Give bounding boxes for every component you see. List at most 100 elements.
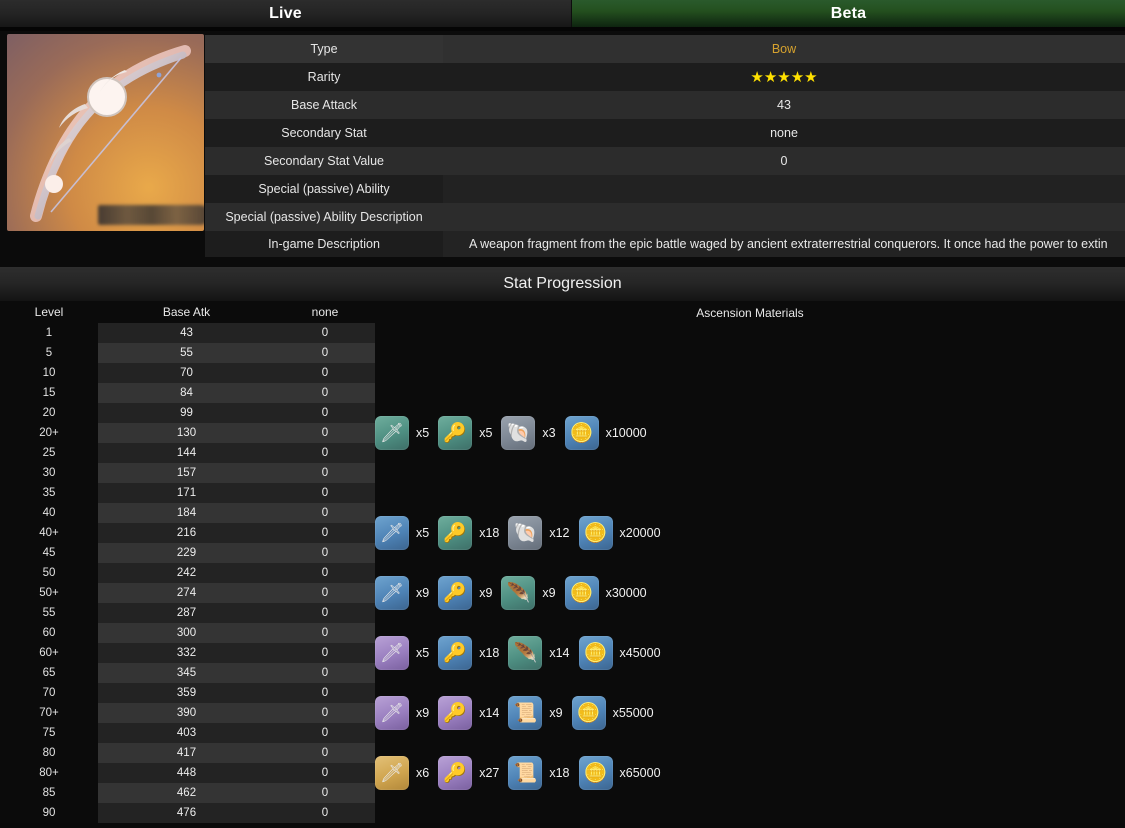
material-item: 🗡 x6	[375, 756, 438, 790]
material-glyph: 🪙	[583, 642, 608, 664]
material-count: x6	[416, 766, 430, 780]
info-value-rarity: ★★★★★	[443, 63, 1125, 91]
info-row-passive-ability-description: Special (passive) Ability Description	[205, 203, 1125, 231]
material-count: x27	[479, 766, 500, 780]
mora-coin-icon[interactable]: 🪙	[564, 576, 599, 610]
material-count: x55000	[612, 706, 654, 720]
cell-level: 25	[42, 447, 56, 459]
cell-secondary: 0	[321, 567, 329, 579]
weapon-name-blurred-label	[97, 205, 204, 226]
material-item: 🪙 x55000	[571, 696, 663, 730]
info-key: Special (passive) Ability	[205, 175, 443, 203]
weapon-ascension-fragment-icon[interactable]: 🗡	[375, 696, 409, 730]
mora-coin-icon[interactable]: 🪙	[564, 416, 599, 450]
material-glyph: 🔑	[443, 582, 468, 604]
mora-coin-icon[interactable]: 🪙	[578, 636, 613, 670]
cell-ascension-materials	[375, 463, 1125, 483]
material-item: 🪶 x9	[501, 576, 564, 610]
mora-coin-icon[interactable]: 🪙	[571, 696, 606, 730]
stat-progression-header: Stat Progression	[0, 267, 1125, 301]
cell-level: 65	[42, 667, 56, 679]
cell-ascension-materials: 🗡 x9 🔑 x9 🪶 x9 🪙 x30000	[375, 576, 1125, 610]
material-count: x45000	[619, 646, 661, 660]
tab-beta-label: Beta	[830, 4, 867, 22]
cell-base-atk: 359	[176, 687, 197, 699]
monster-drop-scroll-icon[interactable]: 📜	[508, 756, 543, 790]
material-item: 🔑 x18	[438, 636, 508, 670]
mora-coin-icon[interactable]: 🪙	[578, 516, 613, 550]
cell-secondary: 0	[321, 747, 329, 759]
material-item: 🔑 x5	[438, 416, 501, 450]
monster-drop-feather-icon[interactable]: 🪶	[501, 576, 536, 610]
material-count: x18	[479, 646, 500, 660]
weapon-detail-page: Live Beta Type Bow Rarity ★★★★★ Base Att…	[0, 0, 1125, 828]
cell-base-atk: 300	[176, 627, 197, 639]
weapon-ascension-fragment-icon[interactable]: 🗡	[375, 576, 409, 610]
cell-base-atk: 84	[180, 387, 193, 399]
material-item: 🗡 x5	[375, 636, 438, 670]
cell-ascension-materials	[375, 363, 1125, 383]
cell-secondary: 0	[321, 447, 329, 459]
page-title: Stat Progression	[503, 275, 622, 292]
monster-drop-feather-icon[interactable]: 🪶	[508, 636, 543, 670]
material-glyph: 🐚	[506, 422, 531, 444]
cell-level: 80+	[39, 767, 59, 779]
monster-drop-shell-icon[interactable]: 🐚	[508, 516, 543, 550]
cell-level: 45	[42, 547, 56, 559]
cell-level: 20	[42, 407, 56, 419]
table-row: 40+ 216 0 🗡 x5 🔑 x18 🐚 x12 🪙 x20000	[0, 516, 1125, 550]
material-item: 🗡 x5	[375, 516, 438, 550]
weapon-enhancement-ore-icon[interactable]: 🔑	[438, 576, 473, 610]
cell-secondary: 0	[321, 327, 329, 339]
material-count: x9	[542, 586, 556, 600]
weapon-enhancement-ore-icon[interactable]: 🔑	[438, 696, 473, 730]
cell-level: 20+	[39, 427, 59, 439]
material-group: 🗡 x5 🔑 x18 🐚 x12 🪙 x20000	[375, 516, 670, 550]
weapon-ascension-fragment-icon[interactable]: 🗡	[375, 756, 409, 790]
material-glyph: 📜	[513, 762, 538, 784]
weapon-ascension-fragment-icon[interactable]: 🗡	[375, 636, 409, 670]
material-count: x14	[549, 646, 570, 660]
cell-base-atk: 448	[176, 767, 197, 779]
cell-level: 60	[42, 627, 56, 639]
weapon-thumbnail[interactable]	[7, 34, 204, 231]
cell-base-atk: 130	[176, 427, 197, 439]
tab-beta[interactable]: Beta	[572, 0, 1125, 27]
cell-ascension-materials: 🗡 x5 🔑 x5 🐚 x3 🪙 x10000	[375, 416, 1125, 450]
material-count: x5	[479, 426, 493, 440]
cell-level: 40	[42, 507, 56, 519]
table-header-row: Level Base Atk none Ascension Materials	[0, 301, 1125, 323]
weapon-enhancement-ore-icon[interactable]: 🔑	[438, 516, 473, 550]
cell-base-atk: 417	[176, 747, 197, 759]
monster-drop-scroll-icon[interactable]: 📜	[508, 696, 543, 730]
weapon-enhancement-ore-icon[interactable]: 🔑	[438, 416, 473, 450]
material-glyph: 🪙	[569, 422, 594, 444]
cell-ascension-materials: 🗡 x6 🔑 x27 📜 x18 🪙 x65000	[375, 756, 1125, 790]
material-glyph: 🪙	[569, 582, 594, 604]
cell-secondary: 0	[321, 587, 329, 599]
material-count: x14	[479, 706, 500, 720]
monster-drop-shell-icon[interactable]: 🐚	[501, 416, 536, 450]
cell-base-atk: 99	[180, 407, 193, 419]
info-row-type: Type Bow	[205, 35, 1125, 63]
cell-base-atk: 476	[176, 807, 197, 819]
material-item: 📜 x9	[508, 696, 571, 730]
tab-live[interactable]: Live	[0, 0, 572, 27]
material-item: 🗡 x9	[375, 696, 438, 730]
info-value-ingame-description: A weapon fragment from the epic battle w…	[443, 231, 1125, 257]
mora-coin-icon[interactable]: 🪙	[578, 756, 613, 790]
material-item: 🪙 x45000	[578, 636, 670, 670]
cell-secondary: 0	[321, 507, 329, 519]
cell-secondary: 0	[321, 707, 329, 719]
material-glyph: 🪙	[576, 702, 601, 724]
weapon-ascension-fragment-icon[interactable]: 🗡	[375, 416, 409, 450]
weapon-enhancement-ore-icon[interactable]: 🔑	[438, 756, 473, 790]
weapon-ascension-fragment-icon[interactable]: 🗡	[375, 516, 409, 550]
weapon-enhancement-ore-icon[interactable]: 🔑	[438, 636, 473, 670]
tab-live-label: Live	[269, 4, 302, 22]
info-key: Special (passive) Ability Description	[205, 203, 443, 231]
table-row: 60+ 332 0 🗡 x5 🔑 x18 🪶 x14 🪙 x45000	[0, 636, 1125, 670]
cell-base-atk: 55	[180, 347, 193, 359]
cell-level: 80	[42, 747, 56, 759]
weapon-attribute-table: Type Bow Rarity ★★★★★ Base Attack 43 Sec…	[205, 35, 1125, 257]
